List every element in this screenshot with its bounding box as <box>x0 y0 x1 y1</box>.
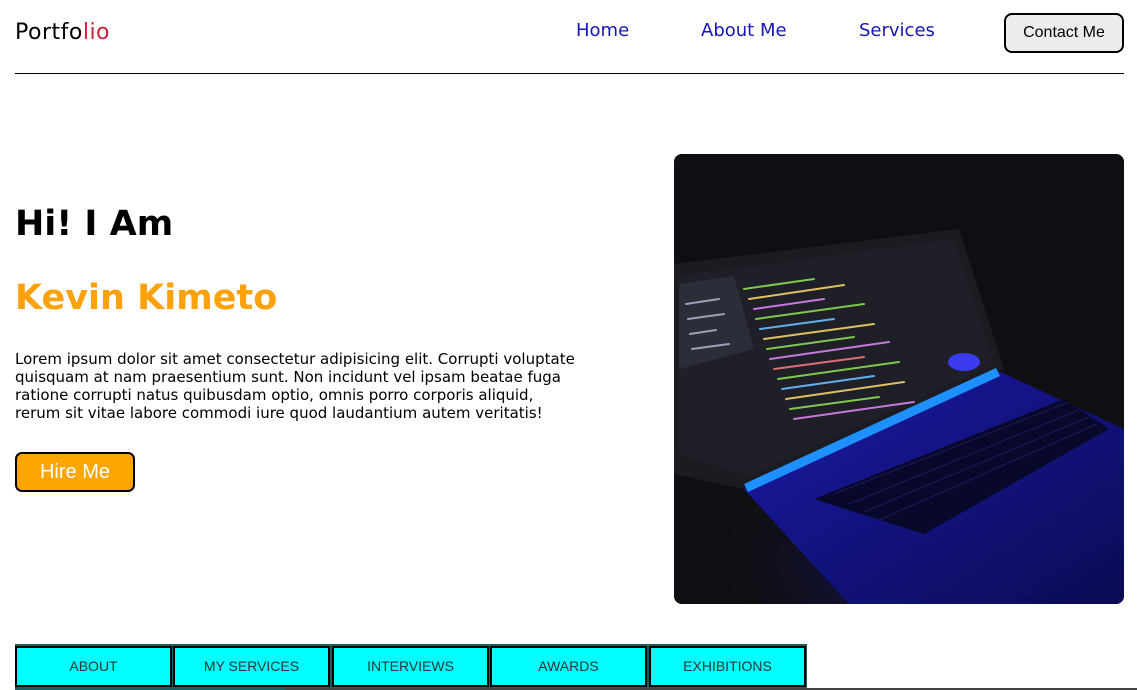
logo-accent-text: lio <box>82 20 111 45</box>
nav-services-link[interactable]: Services <box>859 20 935 41</box>
tab-interviews[interactable]: INTERVIEWS <box>332 646 489 687</box>
hero-greeting: Hi! I Am <box>15 204 174 244</box>
nav-home-link[interactable]: Home <box>576 20 629 41</box>
tab-awards[interactable]: AWARDS <box>490 646 647 687</box>
site-logo[interactable]: Portfolio <box>15 20 110 45</box>
section-tabs: ABOUT MY SERVICES INTERVIEWS AWARDS EXHI… <box>15 644 807 690</box>
contact-me-button[interactable]: Contact Me <box>1004 13 1124 53</box>
hero-bio: Lorem ipsum dolor sit amet consectetur a… <box>15 350 575 422</box>
tab-my-services[interactable]: MY SERVICES <box>173 646 330 687</box>
tab-exhibitions[interactable]: EXHIBITIONS <box>649 646 806 687</box>
site-header: Portfolio Home About Me Services Contact… <box>15 0 1124 74</box>
portfolio-page: Portfolio Home About Me Services Contact… <box>0 0 1137 690</box>
laptop-code-image <box>674 154 1124 604</box>
tab-about[interactable]: ABOUT <box>15 646 172 687</box>
laptop-illustration <box>674 154 1124 604</box>
hire-me-button[interactable]: Hire Me <box>15 452 135 492</box>
nav-about-link[interactable]: About Me <box>701 20 787 41</box>
logo-main-text: Portfo <box>15 20 83 45</box>
hero-name: Kevin Kimeto <box>15 278 278 318</box>
